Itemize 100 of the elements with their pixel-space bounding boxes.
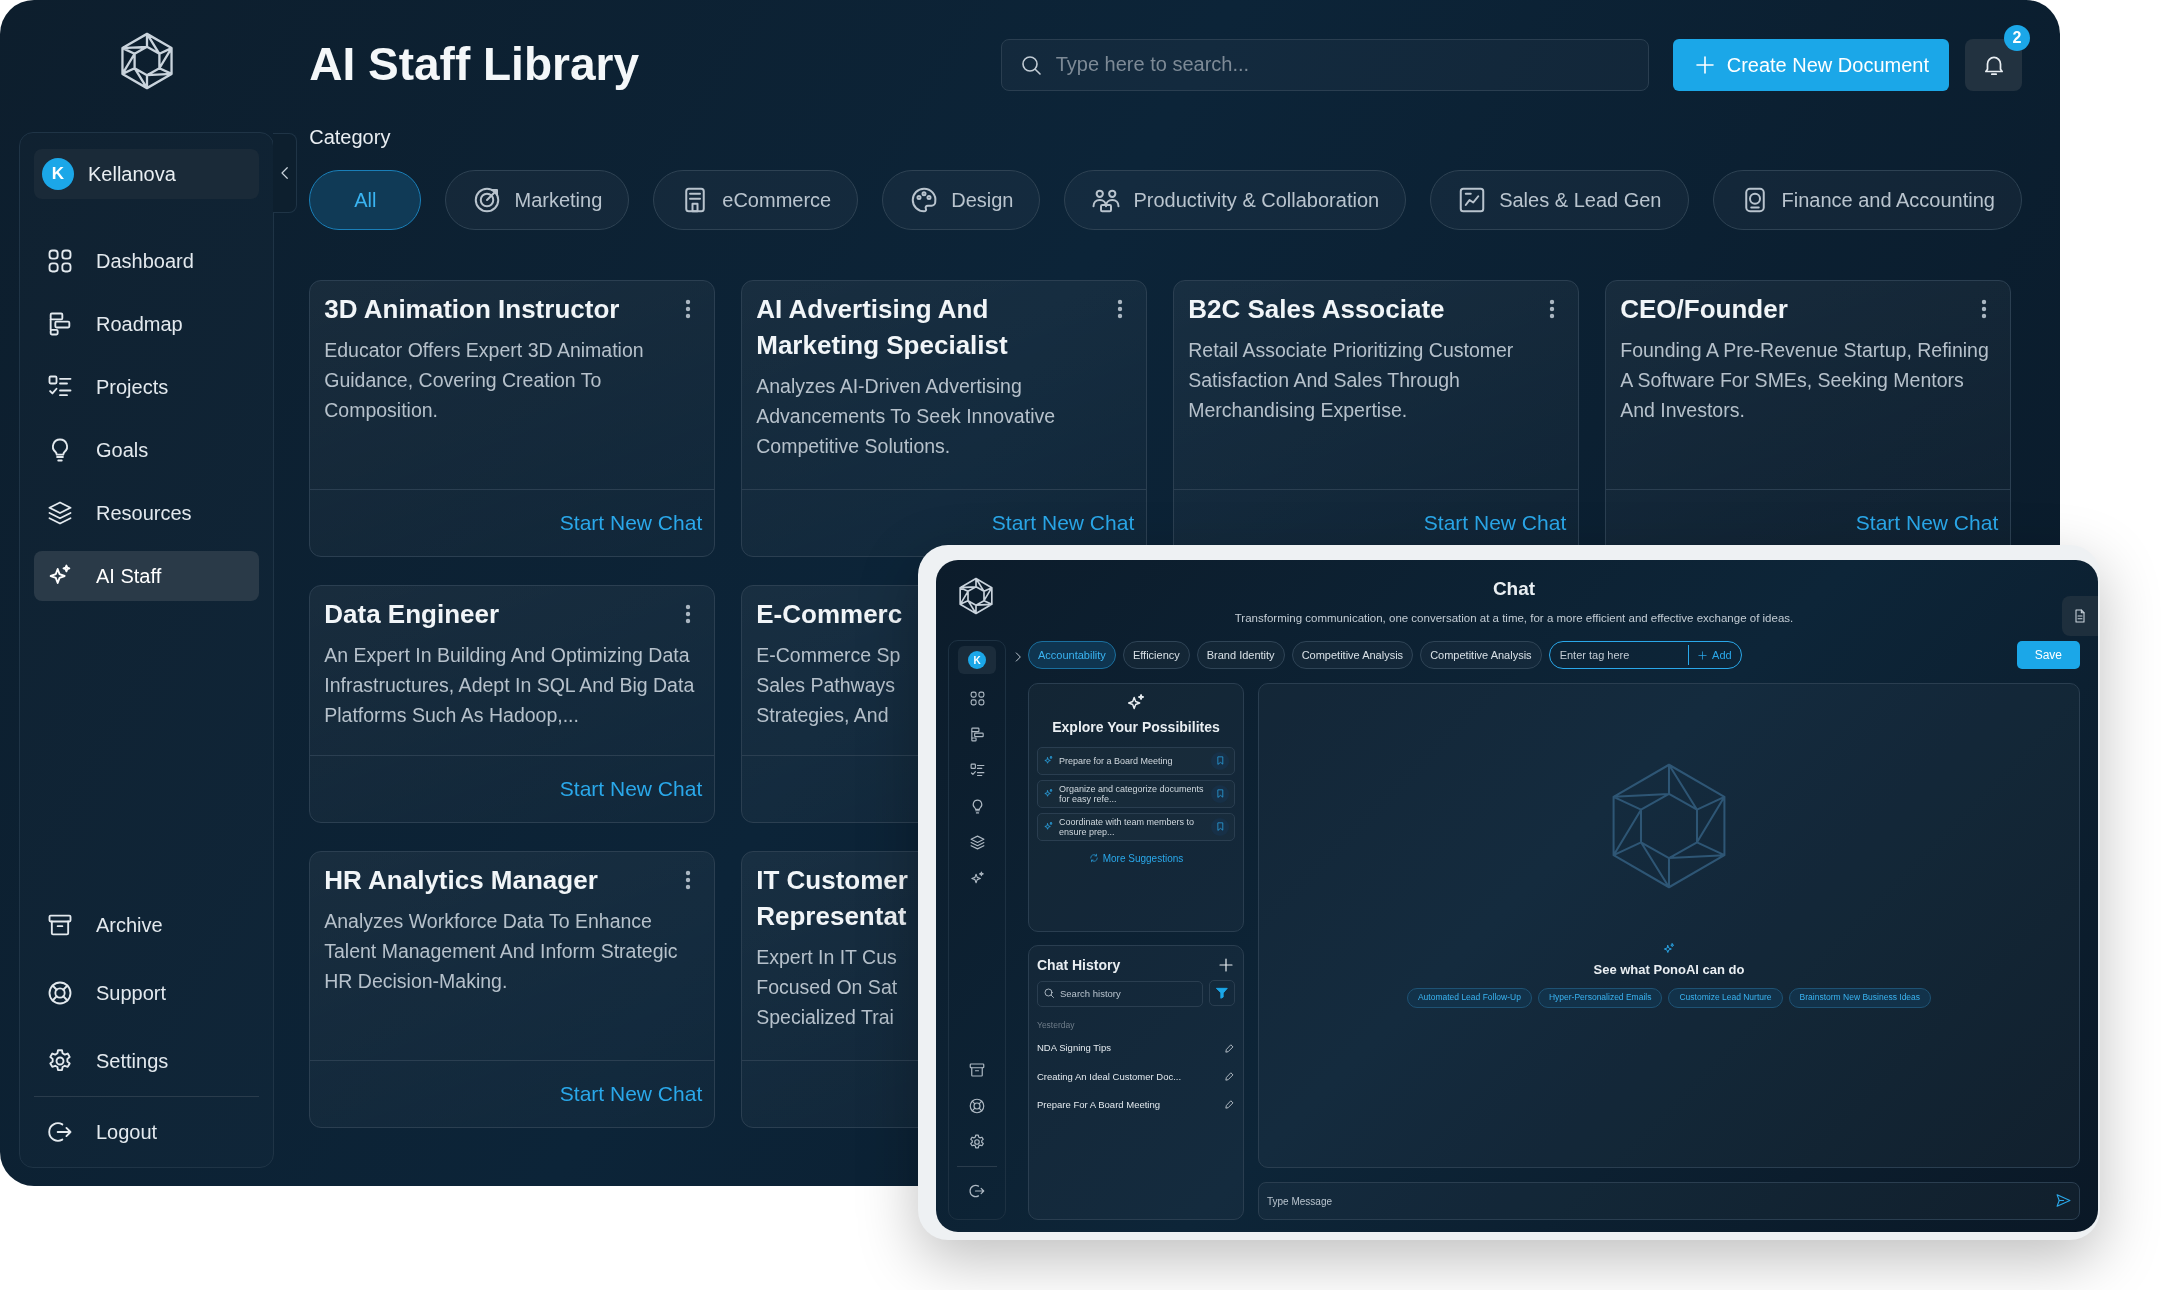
- user-avatar: K: [42, 158, 74, 190]
- card-description: Retail Associate Prioritizing Customer Satisfaction And Sales Through Merchandising Expertise.: [1188, 338, 1515, 424]
- document-button[interactable]: [2062, 596, 2098, 636]
- logo-icon: [956, 576, 996, 616]
- card-description: Founding A Pre-Revenue Startup, Refining A Software For SMEs, Seeking Mentors And Investors.: [1620, 338, 1990, 424]
- sidebar-item[interactable]: AI Staff: [34, 551, 260, 601]
- search-field[interactable]: Type here to search...: [1000, 38, 1649, 91]
- start-chat-link[interactable]: Start New Chat: [991, 507, 1135, 539]
- explore-title: Explore Your Possibilites: [1052, 719, 1220, 736]
- start-chat-link[interactable]: Start New Chat: [559, 1078, 703, 1110]
- start-chat-link[interactable]: Start New Chat: [1855, 507, 1999, 539]
- card-description: Educator Offers Expert 3D Animation Guidance, Covering Creation To Composition.: [324, 338, 645, 424]
- user-switcher[interactable]: K Kellanova: [34, 149, 260, 199]
- edit-icon[interactable]: [1224, 1042, 1235, 1054]
- bookmark-button[interactable]: [1211, 784, 1229, 803]
- grid-icon: [46, 247, 74, 275]
- send-button[interactable]: [2055, 1192, 2072, 1209]
- suggestion-item[interactable]: Coordinate with team members to ensure prep...: [1037, 812, 1235, 841]
- notification-count: 2: [2004, 24, 2030, 51]
- more-suggestions-link[interactable]: More Suggestions: [1088, 850, 1184, 866]
- tag-chip[interactable]: Accountability: [1028, 641, 1116, 669]
- category-chip[interactable]: Marketing: [445, 170, 630, 231]
- tag-chip[interactable]: Efficiency: [1122, 641, 1190, 669]
- layers-icon: [46, 499, 74, 527]
- sidebar-item[interactable]: Goals: [34, 425, 260, 475]
- category-chip[interactable]: Sales & Lead Gen: [1430, 170, 1689, 231]
- category-chip[interactable]: Productivity & Collaboration: [1064, 170, 1407, 231]
- document-icon: [2072, 608, 2088, 624]
- suggestion-item[interactable]: Organize and categorize documents for easy refe...: [1037, 779, 1235, 808]
- card-title: AI Advertising And Marketing Specialist: [756, 293, 1009, 363]
- filter-button[interactable]: [1209, 980, 1235, 1006]
- settings-icon: [968, 1133, 986, 1151]
- start-chat-link[interactable]: Start New Chat: [559, 773, 703, 805]
- start-chat-link[interactable]: Start New Chat: [559, 507, 703, 539]
- history-group-label: Yesterday: [1037, 1018, 1076, 1032]
- sparkle-icon: [1043, 755, 1054, 767]
- card-title: HR Analytics Manager: [324, 864, 599, 898]
- sidebar-item[interactable]: Resources: [34, 488, 260, 538]
- checklist-icon: [968, 761, 986, 779]
- new-chat-plus-icon[interactable]: [1217, 956, 1235, 974]
- sidebar-item[interactable]: Settings: [34, 1036, 260, 1086]
- card-title: IT Customer Representat: [756, 864, 908, 934]
- category-label: Category: [309, 125, 392, 151]
- sidebar-item[interactable]: Roadmap: [34, 299, 260, 349]
- history-item[interactable]: Prepare For A Board Meeting: [1037, 1097, 1161, 1112]
- logout-icon: [968, 1182, 986, 1200]
- suggestion-text: Organize and categorize documents for easy refe...: [1059, 783, 1205, 804]
- card-description: Analyzes Workforce Data To Enhance Talent Management And Inform Strategic HR Decision-Making.: [324, 909, 679, 995]
- sidebar-item[interactable]: Dashboard: [34, 236, 260, 286]
- message-field[interactable]: Type Message: [1258, 1182, 2080, 1220]
- lifebuoy-icon: [46, 979, 74, 1007]
- category-chip[interactable]: Design: [882, 170, 1041, 231]
- search-icon: [1043, 987, 1055, 999]
- card-description: E-Commerce Sp Sales Pathways Strategies, And: [756, 643, 901, 729]
- plus-icon: [1697, 649, 1709, 661]
- refresh-icon: [1088, 853, 1099, 864]
- tag-chip[interactable]: Brand Identity: [1196, 641, 1285, 669]
- category-chip[interactable]: eCommerce: [653, 170, 859, 231]
- prompt-chip[interactable]: Brainstorm New Business Ideas: [1788, 987, 1932, 1008]
- card-title: E-Commerc: [756, 598, 903, 632]
- bookmark-button[interactable]: [1211, 751, 1229, 770]
- suggestion-text: Coordinate with team members to ensure prep...: [1059, 816, 1196, 837]
- history-search-field[interactable]: Search history: [1037, 980, 1203, 1007]
- sidebar-item[interactable]: Archive: [34, 900, 260, 950]
- suggestion-item[interactable]: Prepare for a Board Meeting: [1037, 746, 1235, 775]
- history-item[interactable]: Creating An Ideal Customer Doc...: [1037, 1069, 1182, 1084]
- tag-chip[interactable]: Competitive Analysis: [1420, 641, 1542, 669]
- category-chip[interactable]: Finance and Accounting: [1712, 170, 2022, 231]
- chat-subtitle: Transforming communication, one conversation at a time, for a more efficient and effective exchange of ideas.: [1234, 610, 1794, 626]
- edit-icon[interactable]: [1224, 1071, 1235, 1083]
- bookmark-button[interactable]: [1211, 817, 1229, 836]
- grid-icon: [968, 689, 986, 707]
- add-tag-button[interactable]: Add: [1688, 645, 1738, 665]
- card-description: Expert In IT Cus Focused On Sat Specialized Trai: [756, 945, 898, 1031]
- logout-button[interactable]: Logout: [34, 1107, 260, 1157]
- prompt-chip[interactable]: Hyper-Personalized Emails: [1537, 987, 1663, 1008]
- start-chat-link[interactable]: Start New Chat: [1423, 507, 1567, 539]
- sidebar-item[interactable]: Support: [34, 968, 260, 1018]
- user-name: Kellanova: [88, 162, 176, 187]
- tag-chip[interactable]: Competitive Analysis: [1291, 641, 1414, 669]
- lifebuoy-icon: [968, 1097, 986, 1115]
- card-description: An Expert In Building And Optimizing Data Infrastructures, Adept In SQL And Big Data Platforms Such As Hadoop,...: [324, 643, 696, 729]
- prompt-chip[interactable]: Automated Lead Follow-Up: [1406, 987, 1532, 1008]
- prompt-title: See what PonoAI can do: [1593, 962, 1745, 978]
- edit-icon[interactable]: [1224, 1099, 1235, 1111]
- category-chip[interactable]: All: [309, 170, 422, 231]
- prompt-chip[interactable]: Customize Lead Nurture: [1668, 987, 1783, 1008]
- card-title: B2C Sales Associate: [1188, 293, 1446, 327]
- sidebar-item[interactable]: Projects: [34, 362, 260, 412]
- sparkle-icon: [1043, 821, 1054, 833]
- sparkle-icon: [1662, 942, 1676, 956]
- filter-icon: [1215, 986, 1229, 1000]
- card-title: 3D Animation Instructor: [324, 293, 621, 327]
- card-title: Data Engineer: [324, 598, 501, 632]
- history-title: Chat History: [1037, 956, 1121, 974]
- chat-title: Chat: [1492, 578, 1536, 601]
- history-item[interactable]: NDA Signing Tips: [1037, 1041, 1111, 1056]
- card-description: Analyzes AI-Driven Advertising Advancements To Seek Innovative Competitive Solutions.: [756, 374, 1057, 460]
- card-title: CEO/Founder: [1620, 293, 1789, 327]
- page-title: AI Staff Library: [309, 37, 639, 92]
